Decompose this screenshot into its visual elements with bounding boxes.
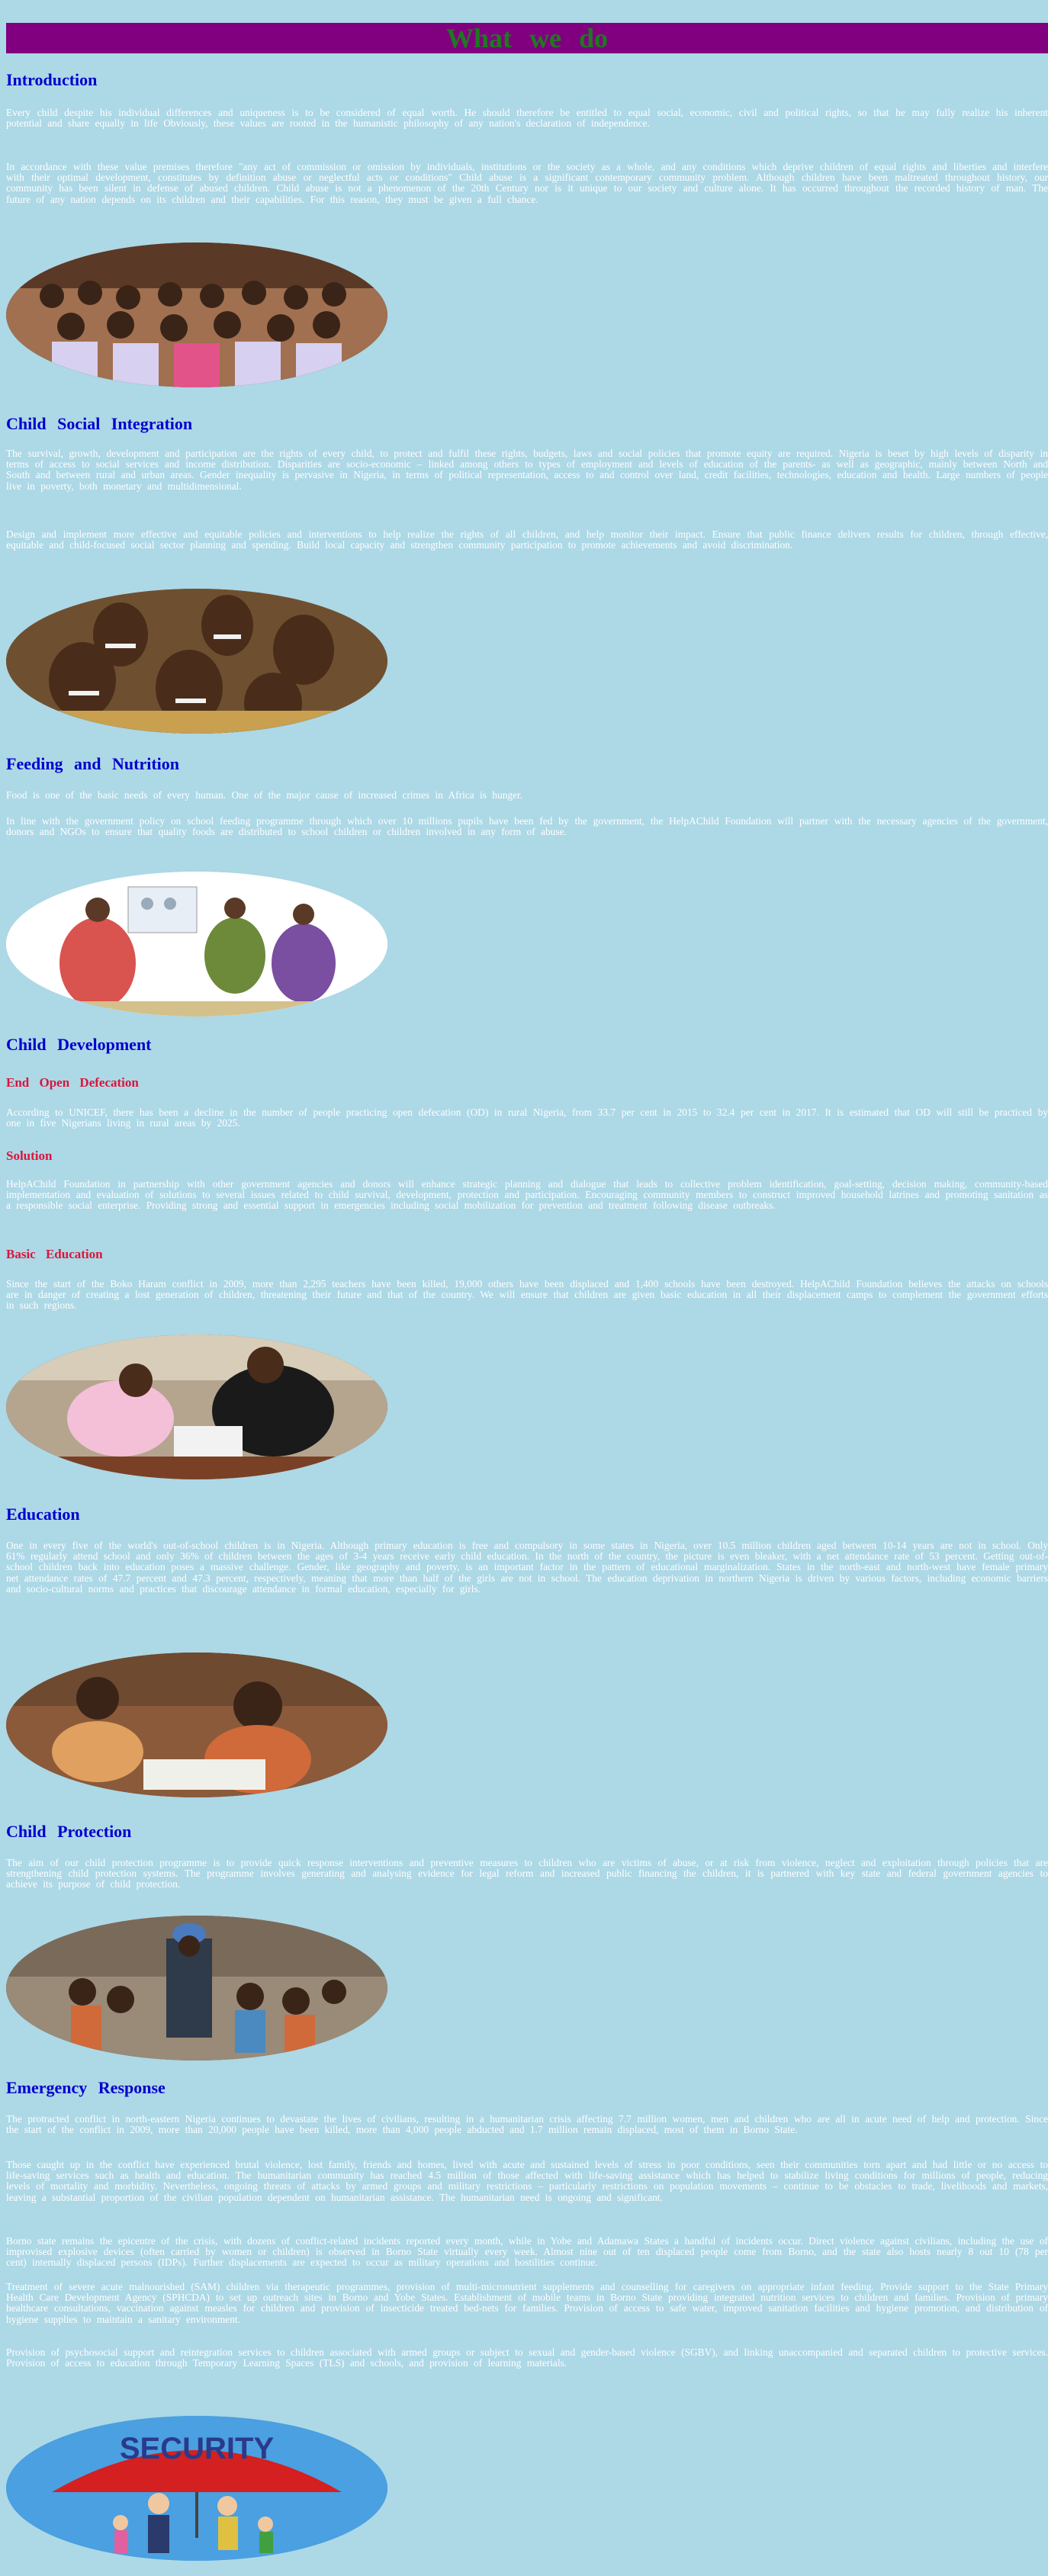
emergency-paragraph-1: The protracted conflict in north-eastern…	[6, 2113, 1048, 2136]
security-umbrella-illustration: SECURITY	[6, 2416, 387, 2561]
social-integration-heading: Child Social Integration	[6, 414, 193, 433]
feeding-paragraph-1: Food is one of the basic needs of every …	[6, 789, 523, 801]
solution-paragraph: HelpAChild Foundation in partnership wit…	[6, 1178, 1048, 1212]
emergency-paragraph-3: Borno state remains the epicentre of the…	[6, 2235, 1048, 2269]
feeding-heading: Feeding and Nutrition	[6, 754, 180, 773]
education-heading: Education	[6, 1505, 80, 1524]
page: What we do Introduction Every child desp…	[0, 0, 1048, 2576]
social-integration-paragraph-2: Design and implement more effective and …	[6, 528, 1048, 551]
emergency-paragraph-5: Provision of psychosocial support and re…	[6, 2346, 1048, 2369]
development-heading: Child Development	[6, 1035, 152, 1054]
protection-heading: Child Protection	[6, 1822, 132, 1841]
introduction-heading: Introduction	[6, 70, 98, 89]
introduction-paragraph-1: Every child despite his individual diffe…	[6, 107, 1048, 130]
introduction-paragraph-2: In accordance with these value premises …	[6, 161, 1048, 205]
reading-children-photo	[6, 1335, 387, 1479]
feeding-paragraph-2: In line with the government policy on sc…	[6, 815, 1048, 838]
nutrition-illustration	[6, 872, 387, 1017]
solution-heading: Solution	[6, 1148, 53, 1163]
emergency-paragraph-4: Treatment of severe acute malnourished (…	[6, 2281, 1048, 2325]
emergency-heading: Emergency Response	[6, 2078, 166, 2097]
open-defecation-paragraph: According to UNICEF, there has been a de…	[6, 1107, 1048, 1129]
emergency-paragraph-2: Those caught up in the conflict have exp…	[6, 2159, 1048, 2203]
smiling-children-photo	[6, 589, 387, 734]
protection-paragraph: The aim of our child protection programm…	[6, 1857, 1048, 1890]
education-paragraph: One in every five of the world's out-of-…	[6, 1540, 1048, 1595]
classroom-children-photo	[6, 243, 387, 387]
peacekeeper-children-photo	[6, 1916, 387, 2060]
page-title-banner: What we do	[6, 23, 1048, 53]
basic-education-heading: Basic Education	[6, 1247, 103, 1261]
open-defecation-heading: End Open Defecation	[6, 1075, 139, 1090]
security-label: SECURITY	[120, 2432, 275, 2465]
social-integration-paragraph-1: The survival, growth, development and pa…	[6, 448, 1048, 492]
basic-education-paragraph: Since the start of the Boko Haram confli…	[6, 1278, 1048, 1312]
students-writing-photo	[6, 1653, 387, 1797]
